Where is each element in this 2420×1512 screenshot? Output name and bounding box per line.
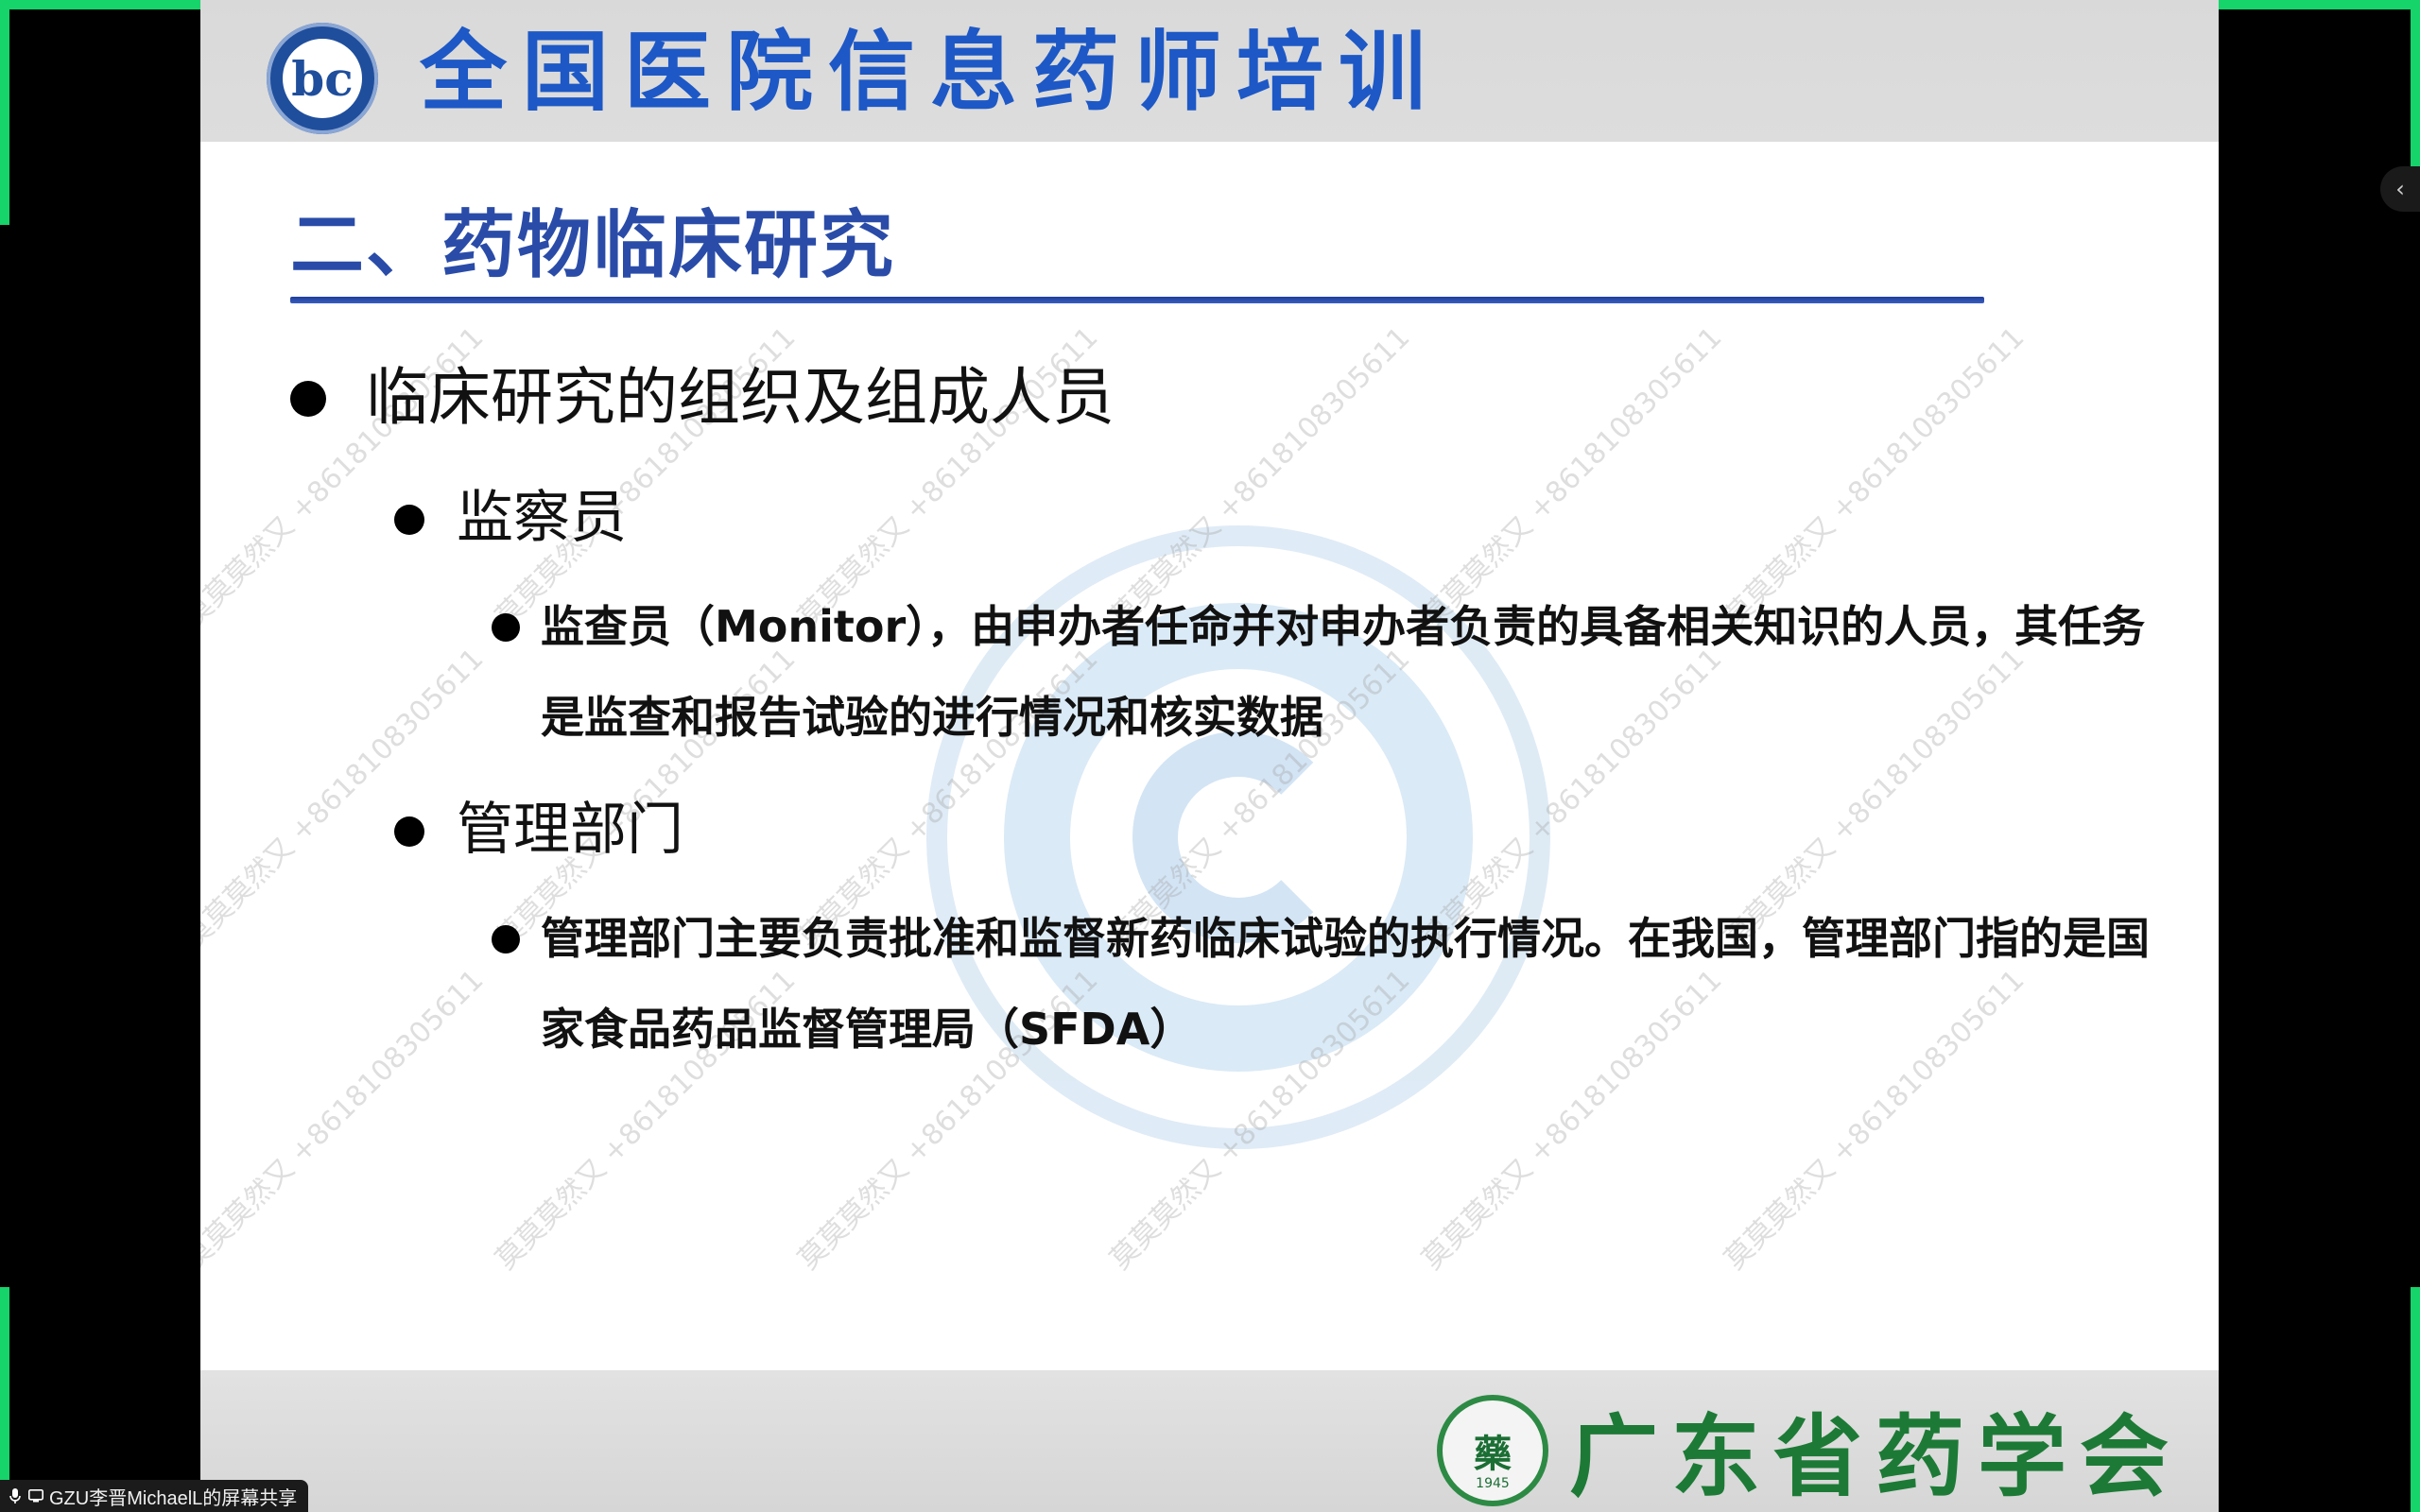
bullet-dot bbox=[492, 613, 520, 642]
society-name: 广东省药学会 bbox=[1569, 1406, 2183, 1509]
share-frame-corner-br-v bbox=[2411, 1287, 2420, 1512]
bullet-admin-detail: 管理部门主要负责批准和监督新药临床试验的执行情况。在我国，管理部门指的是国家食品… bbox=[492, 893, 2219, 1074]
title-underline bbox=[290, 297, 1984, 303]
bullet-dot bbox=[394, 505, 424, 535]
bullet-level1: 临床研究的组织及组成人员 bbox=[290, 359, 1115, 437]
share-frame-corner-tr bbox=[2195, 0, 2420, 9]
training-logo: bc bbox=[267, 23, 378, 134]
bullet-monitor-detail: 监查员（Monitor），由申办者任命并对申办者负责的具备相关知识的人员，其任务… bbox=[492, 581, 2219, 763]
society-logo: 藥 1945 bbox=[1437, 1395, 1548, 1506]
share-frame-corner-tl-v bbox=[0, 0, 9, 225]
screen-share-status: GZU李晋MichaelL的屏幕共享 bbox=[0, 1480, 309, 1512]
share-frame-corner-tl bbox=[0, 0, 225, 9]
share-frame-corner-bl-v bbox=[0, 1287, 9, 1512]
bullet-dot bbox=[290, 381, 326, 417]
bullet-monitor-heading: 监察员 bbox=[394, 482, 627, 554]
society-logo-year: 1945 bbox=[1476, 1476, 1510, 1491]
watermark: 莫莫莫然又 +8618108305611 bbox=[200, 963, 491, 1277]
screen-share-icon bbox=[28, 1488, 43, 1503]
screen-share-label: GZU李晋MichaelL的屏幕共享 bbox=[49, 1487, 298, 1509]
bullet-text: 管理部门 bbox=[457, 797, 683, 863]
bullet-admin-heading: 管理部门 bbox=[394, 794, 683, 866]
slide-title: 二、药物临床研究 bbox=[290, 203, 896, 288]
microphone-icon bbox=[8, 1488, 23, 1503]
bullet-text: 监查员（Monitor），由申办者任命并对申办者负责的具备相关知识的人员，其任务… bbox=[541, 601, 2146, 743]
chevron-left-icon: ‹ bbox=[2395, 176, 2405, 202]
bullet-dot bbox=[394, 816, 424, 847]
bullet-dot bbox=[492, 925, 520, 954]
society-logo-glyph: 藥 bbox=[1474, 1433, 1512, 1476]
bullet-text: 管理部门主要负责批准和监督新药临床试验的执行情况。在我国，管理部门指的是国家食品… bbox=[541, 913, 2150, 1055]
banner-title: 全国医院信息药师培训 bbox=[420, 22, 1442, 123]
bullet-text: 监察员 bbox=[457, 485, 627, 551]
training-logo-mark: bc bbox=[280, 36, 365, 121]
share-frame-corner-tr-v bbox=[2411, 0, 2420, 168]
bullet-text: 临床研究的组织及组成人员 bbox=[366, 361, 1115, 434]
side-panel-toggle[interactable]: ‹ bbox=[2380, 166, 2420, 212]
presentation-slide: bc 全国医院信息药师培训 莫莫莫然又 +8618108305611 莫莫莫然又… bbox=[200, 0, 2219, 1512]
